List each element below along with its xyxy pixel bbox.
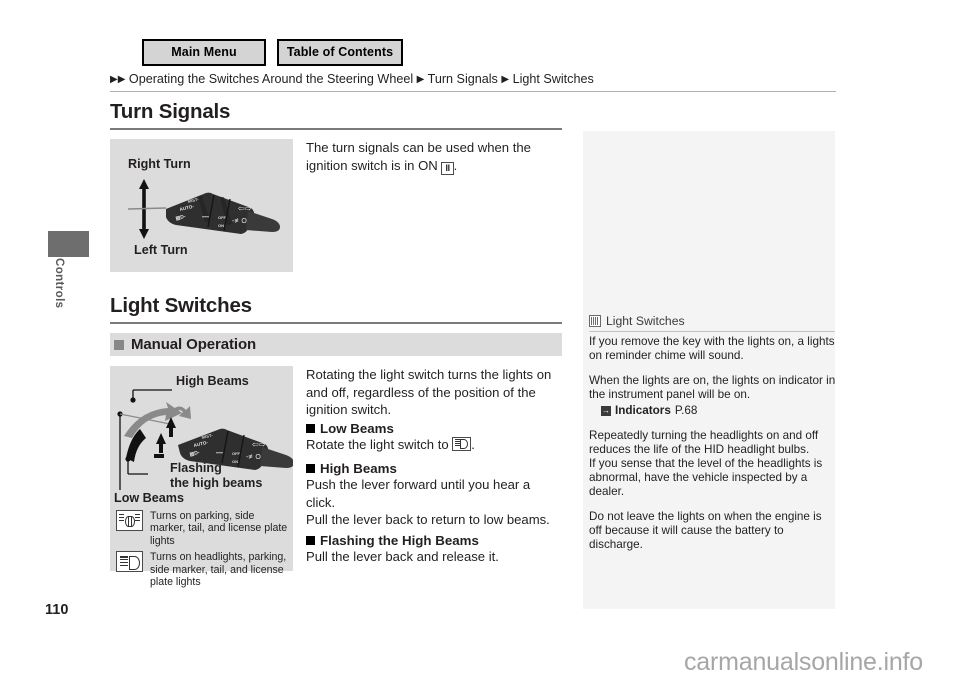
breadcrumb: ▶▶ Operating the Switches Around the Ste… bbox=[110, 72, 836, 86]
note-paragraph: Do not leave the lights on when the engi… bbox=[589, 510, 822, 551]
light-switch-stalk-illustration: MIST- AUTO- ▤D- — OFF- ON- -≢O ⇦⇨ bbox=[117, 389, 293, 490]
low-beams-text-after: . bbox=[471, 436, 475, 452]
note-paragraph: When the lights are on, the lights on in… bbox=[589, 374, 836, 402]
turn-signals-row: Right Turn Left Turn MIST- AUTO- ▤D- — O… bbox=[110, 139, 562, 272]
note-paragraph: If you remove the key with the lights on… bbox=[589, 335, 835, 362]
chapter-label: Controls bbox=[53, 258, 65, 309]
high-beams-heading-label: High Beams bbox=[320, 461, 397, 476]
svg-text:—: — bbox=[216, 450, 223, 457]
top-nav-buttons: Main Menu Table of Contents bbox=[142, 39, 403, 66]
light-switches-row: High Beams Flashing the high beams Low B… bbox=[110, 366, 562, 588]
table-of-contents-button[interactable]: Table of Contents bbox=[277, 39, 403, 66]
light-switches-title: Light Switches bbox=[110, 294, 252, 317]
page-number: 110 bbox=[45, 602, 69, 618]
breadcrumb-item-2[interactable]: Light Switches bbox=[513, 72, 594, 86]
note-reference[interactable]: → Indicators P.68 bbox=[601, 404, 837, 417]
breadcrumb-arrow-icon: ▶ bbox=[416, 74, 425, 85]
svg-text:-≢O: -≢O bbox=[246, 454, 261, 461]
svg-text:—: — bbox=[202, 214, 209, 221]
turn-signals-text-after: . bbox=[453, 157, 458, 173]
low-beam-rays bbox=[454, 439, 460, 447]
low-beams-text-before: Rotate the light switch to bbox=[306, 436, 453, 452]
turn-signals-title: Turn Signals bbox=[110, 100, 231, 123]
light-switches-text: Rotating the light switch turns the ligh… bbox=[306, 366, 562, 565]
title-divider bbox=[110, 322, 562, 324]
note-reference-page[interactable]: P.68 bbox=[675, 404, 698, 417]
note-paragraph: Repeatedly turning the headlights on and… bbox=[589, 429, 823, 498]
svg-text:⇦⇨: ⇦⇨ bbox=[252, 440, 266, 449]
breadcrumb-arrow-icon: ▶ bbox=[110, 74, 118, 85]
turn-signals-description: The turn signals can be used when the ig… bbox=[306, 139, 562, 175]
legend-item: Turns on headlights, parking, side marke… bbox=[116, 551, 288, 588]
headlights-icon bbox=[116, 551, 143, 573]
bullet-square-icon bbox=[306, 535, 315, 545]
breadcrumb-arrow-icon: ▶ bbox=[501, 74, 510, 85]
breadcrumb-arrow-icon: ▶ bbox=[117, 74, 126, 85]
legend-item: Turns on parking, side marker, tail, and… bbox=[116, 510, 288, 547]
headlights-bulb bbox=[129, 555, 140, 570]
jump-reference-icon: → bbox=[601, 405, 611, 416]
turn-signal-stalk-illustration: MIST- AUTO- ▤D- — OFF- ON- -≢O ⇦⇨ bbox=[127, 179, 280, 239]
main-menu-button[interactable]: Main Menu bbox=[142, 39, 266, 66]
light-switches-figure: High Beams Flashing the high beams Low B… bbox=[110, 366, 293, 588]
high-beams-heading: High Beams bbox=[306, 461, 562, 476]
parking-lights-right-bulb bbox=[127, 515, 135, 527]
turn-signals-text: The turn signals can be used when the ig… bbox=[306, 139, 562, 175]
legend-item-text: Turns on headlights, parking, side marke… bbox=[150, 551, 287, 589]
manual-operation-subheader: Manual Operation bbox=[110, 333, 562, 356]
notes-header-label: Light Switches bbox=[606, 314, 685, 328]
bullet-square-icon bbox=[306, 464, 315, 473]
legend-item-text: Turns on parking, side marker, tail, and… bbox=[150, 510, 288, 547]
flashing-heading-label: Flashing the High Beams bbox=[320, 532, 479, 548]
light-switches-intro: Rotating the light switch turns the ligh… bbox=[306, 367, 552, 417]
light-switch-legend: Turns on parking, side marker, tail, and… bbox=[116, 510, 288, 592]
breadcrumb-divider bbox=[110, 91, 836, 92]
notes-divider bbox=[589, 331, 835, 332]
main-content: Turn Signals Right Turn Left Turn MIST- … bbox=[110, 100, 562, 588]
parking-lights-icon bbox=[116, 510, 143, 531]
manual-operation-label: Manual Operation bbox=[131, 336, 257, 353]
breadcrumb-item-1[interactable]: Turn Signals bbox=[428, 72, 498, 86]
high-beams-line-2: Pull the lever back to return to low bea… bbox=[306, 512, 550, 527]
flashing-line-1: Pull the lever back and release it. bbox=[306, 548, 499, 564]
site-watermark: carmanualsonline.info bbox=[684, 648, 924, 676]
breadcrumb-item-0[interactable]: Operating the Switches Around the Steeri… bbox=[129, 72, 413, 86]
notes-header: Light Switches bbox=[589, 314, 835, 328]
low-beams-heading-label: Low Beams bbox=[320, 420, 394, 436]
turn-signals-text-before: The turn signals can be used when the ig… bbox=[306, 140, 531, 173]
svg-text:-≢O: -≢O bbox=[232, 218, 247, 225]
low-beams-heading: Low Beams bbox=[306, 421, 562, 436]
ignition-position-ii-icon: II bbox=[441, 161, 454, 175]
high-beams-line-1: Push the lever forward until you hear a … bbox=[306, 477, 531, 510]
low-beam-bulb bbox=[460, 438, 469, 449]
note-marker-icon bbox=[589, 315, 601, 327]
svg-text:⇦⇨: ⇦⇨ bbox=[238, 204, 252, 213]
bullet-square-icon bbox=[306, 423, 315, 433]
title-divider bbox=[110, 128, 562, 130]
parking-lights-left-rays bbox=[119, 514, 124, 525]
turn-signals-figure: Right Turn Left Turn MIST- AUTO- ▤D- — O… bbox=[110, 139, 293, 272]
notes-body: If you remove the key with the lights on… bbox=[589, 335, 837, 563]
note-reference-title[interactable]: Indicators bbox=[615, 404, 671, 417]
headlights-rays bbox=[119, 556, 128, 567]
low-beams-text: Rotate the light switch to . bbox=[306, 436, 562, 454]
flashing-heading: Flashing the High Beams bbox=[306, 533, 562, 548]
bullet-square-icon bbox=[114, 339, 124, 350]
chapter-tab-marker bbox=[48, 231, 89, 257]
parking-lights-right-rays bbox=[135, 514, 140, 525]
low-beam-icon bbox=[452, 436, 472, 451]
